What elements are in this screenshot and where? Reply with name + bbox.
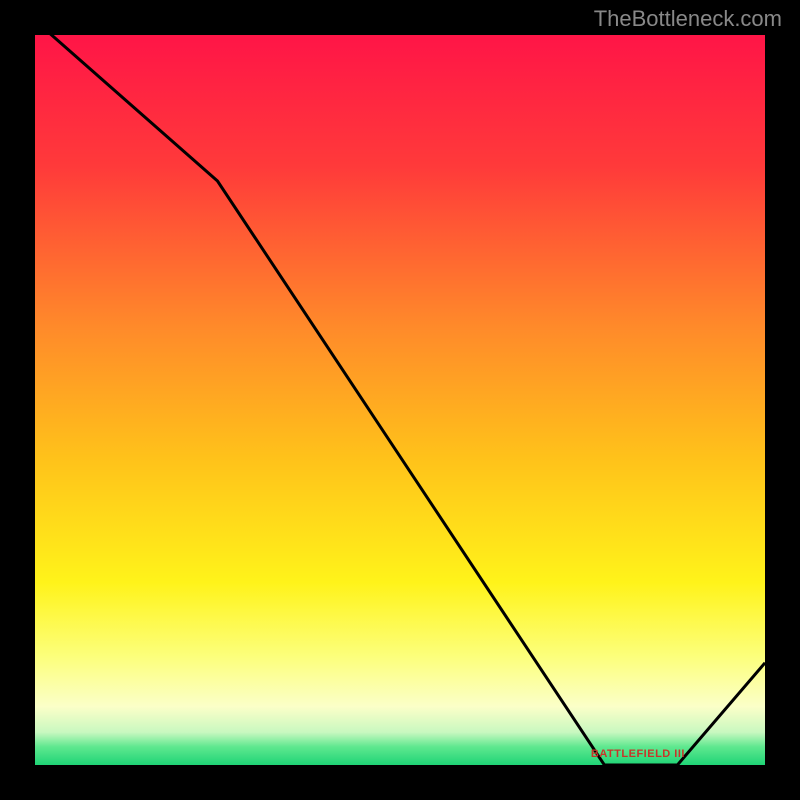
- chart-plot-area: BATTLEFIELD III: [35, 35, 765, 765]
- annotation-label: BATTLEFIELD III: [591, 748, 685, 760]
- chart-svg: [35, 35, 765, 765]
- watermark-text: TheBottleneck.com: [594, 6, 782, 32]
- chart-background: [35, 35, 765, 765]
